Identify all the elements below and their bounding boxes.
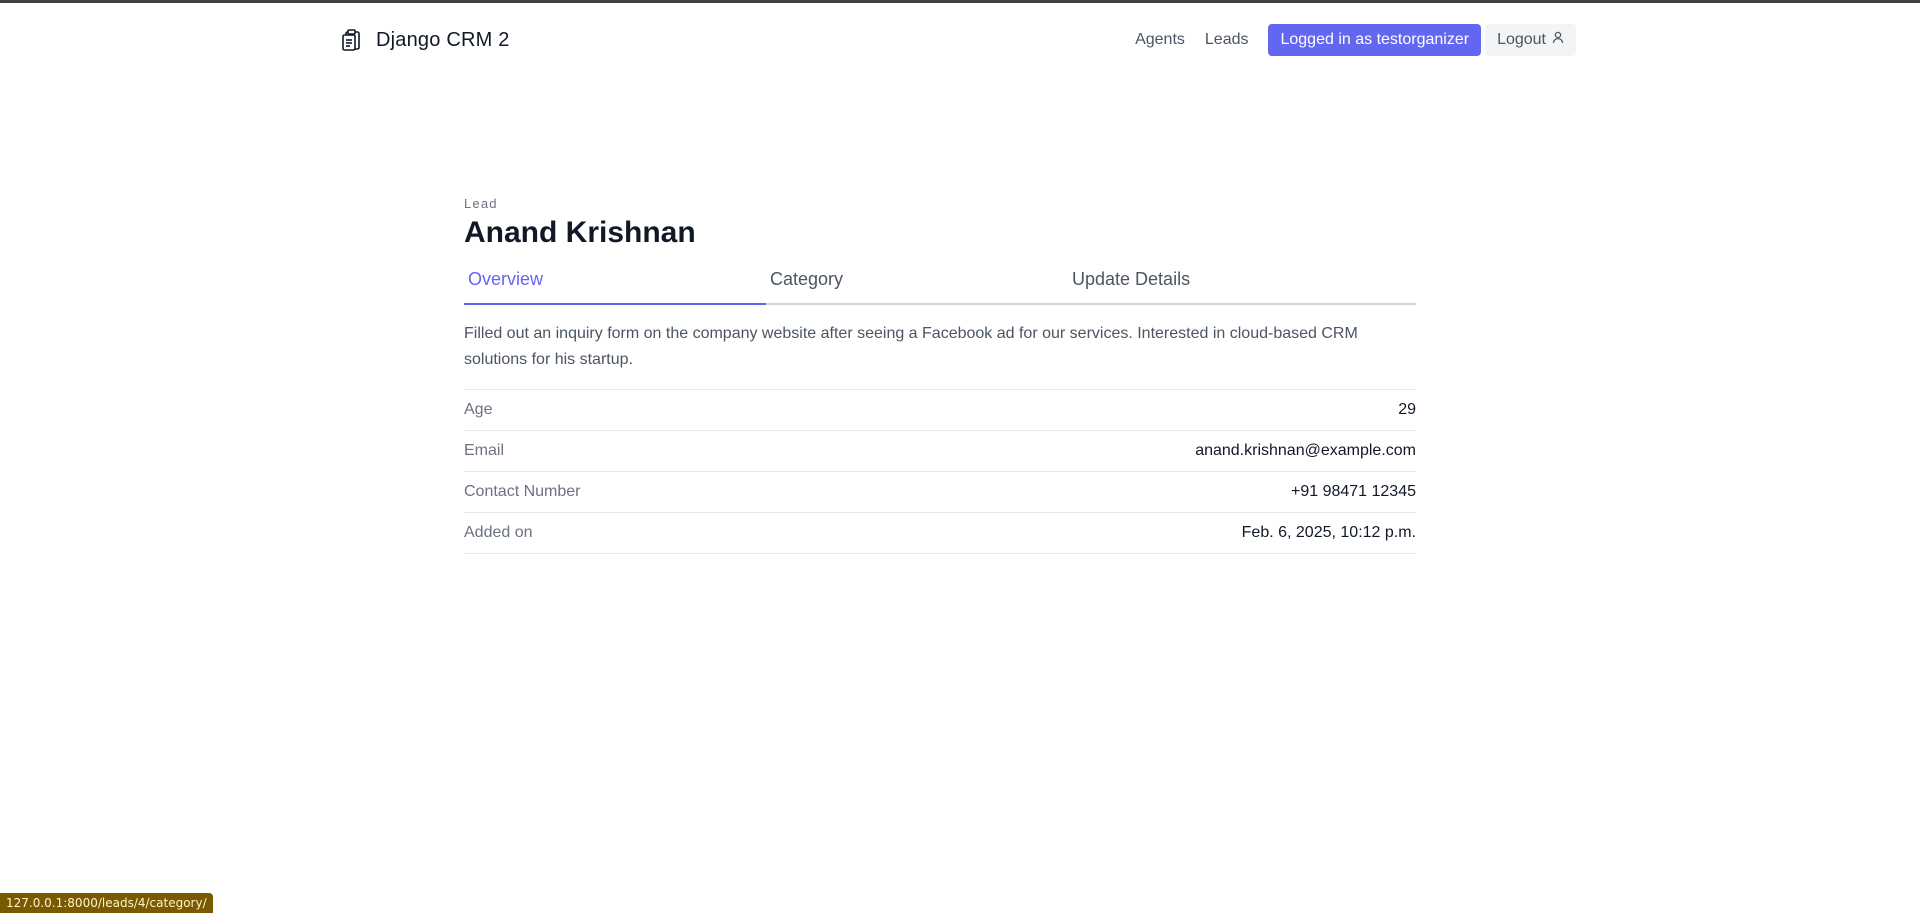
logged-in-button[interactable]: Logged in as testorganizer [1268, 24, 1482, 56]
tab-bar: Overview Category Update Details [464, 267, 1416, 305]
nav-right: Agents Leads Logged in as testorganizer … [1135, 24, 1576, 56]
detail-label: Contact Number [464, 483, 581, 500]
detail-row-email: Email anand.krishnan@example.com [464, 431, 1416, 472]
detail-row-age: Age 29 [464, 390, 1416, 431]
navbar: Django CRM 2 Agents Leads Logged in as t… [340, 22, 1576, 58]
detail-row-added-on: Added on Feb. 6, 2025, 10:12 p.m. [464, 513, 1416, 554]
tab-category[interactable]: Category [766, 267, 1068, 303]
detail-row-contact-number: Contact Number +91 98471 12345 [464, 472, 1416, 513]
lead-description: Filled out an inquiry form on the compan… [464, 321, 1416, 390]
brand-title: Django CRM 2 [376, 28, 510, 51]
detail-label: Added on [464, 524, 533, 541]
tab-update-details[interactable]: Update Details [1068, 267, 1416, 303]
tab-overview[interactable]: Overview [464, 267, 766, 305]
logout-label: Logout [1497, 31, 1546, 48]
window-top-border [0, 0, 1920, 3]
page-title: Anand Krishnan [464, 216, 696, 249]
nav-link-leads[interactable]: Leads [1205, 31, 1249, 49]
detail-value: +91 98471 12345 [1290, 483, 1416, 500]
detail-value: Feb. 6, 2025, 10:12 p.m. [1241, 524, 1416, 541]
detail-value: anand.krishnan@example.com [1195, 442, 1416, 459]
logout-button[interactable]: Logout [1485, 24, 1576, 56]
detail-value: 29 [1398, 401, 1416, 418]
detail-label: Age [464, 401, 493, 418]
clipboard-icon [340, 28, 362, 52]
page-eyebrow: Lead [464, 196, 498, 211]
lead-detail: Lead Anand Krishnan Overview Category Up… [464, 196, 1416, 554]
detail-label: Email [464, 442, 505, 459]
user-icon [1552, 31, 1564, 49]
brand[interactable]: Django CRM 2 [340, 28, 510, 52]
status-bar-url: 127.0.0.1:8000/leads/4/category/ [0, 893, 213, 913]
nav-link-agents[interactable]: Agents [1135, 31, 1185, 49]
